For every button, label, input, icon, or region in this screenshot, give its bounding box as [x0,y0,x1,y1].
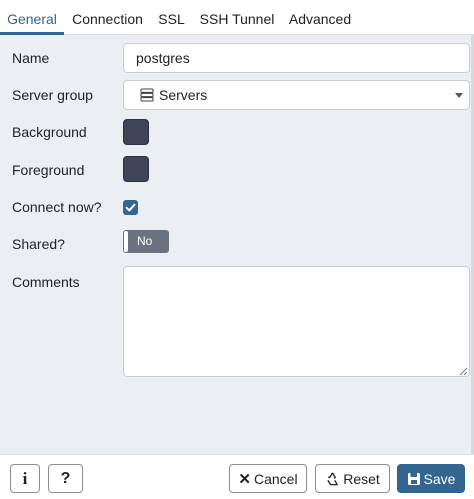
tab-connection[interactable]: Connection [66,4,149,35]
info-icon: i [22,468,28,488]
close-icon: ✕ [238,470,251,488]
form-panel: Name Server group Servers Background For… [0,35,471,454]
tab-advanced[interactable]: Advanced [284,4,356,35]
server-dialog: General Connection SSL SSH Tunnel Advanc… [0,0,474,499]
background-label: Background [12,124,87,140]
connect-now-label: Connect now? [12,199,102,215]
name-input[interactable] [123,43,470,73]
info-button[interactable]: i [10,464,40,493]
help-button[interactable]: ? [48,464,83,493]
foreground-color-picker[interactable] [123,156,149,182]
tab-ssh-tunnel[interactable]: SSH Tunnel [195,4,279,35]
comments-textarea[interactable] [123,266,470,377]
floppy-disk-icon [407,472,420,485]
cancel-button[interactable]: ✕ Cancel [229,464,307,493]
shared-toggle-state: No [137,234,153,248]
tab-ssl[interactable]: SSL [153,4,190,35]
tab-bar: General Connection SSL SSH Tunnel Advanc… [0,4,474,35]
dropdown-caret-icon[interactable] [455,93,463,98]
shared-label: Shared? [12,236,65,252]
help-icon: ? [60,469,71,487]
server-group-select[interactable]: Servers [123,80,470,110]
server-group-icon [140,88,154,102]
tab-general[interactable]: General [0,4,64,35]
save-button[interactable]: Save [397,464,465,493]
name-label: Name [12,50,50,66]
reset-button-label: Reset [343,470,380,487]
connect-now-checkbox[interactable] [123,200,138,215]
dialog-footer: i ? ✕ Cancel Reset Save [0,454,474,499]
toggle-knob [124,231,128,252]
cancel-button-label: Cancel [253,470,298,487]
reset-button[interactable]: Reset [315,464,390,493]
foreground-label: Foreground [12,162,85,178]
background-color-picker[interactable] [123,119,149,145]
shared-toggle[interactable]: No [123,230,169,253]
resize-grip-icon[interactable] [459,367,468,376]
save-button-label: Save [423,470,456,487]
recycle-icon [327,472,339,486]
server-group-label: Server group [12,87,93,103]
comments-label: Comments [12,274,80,290]
server-group-value: Servers [159,87,208,103]
checkmark-icon [125,203,136,212]
